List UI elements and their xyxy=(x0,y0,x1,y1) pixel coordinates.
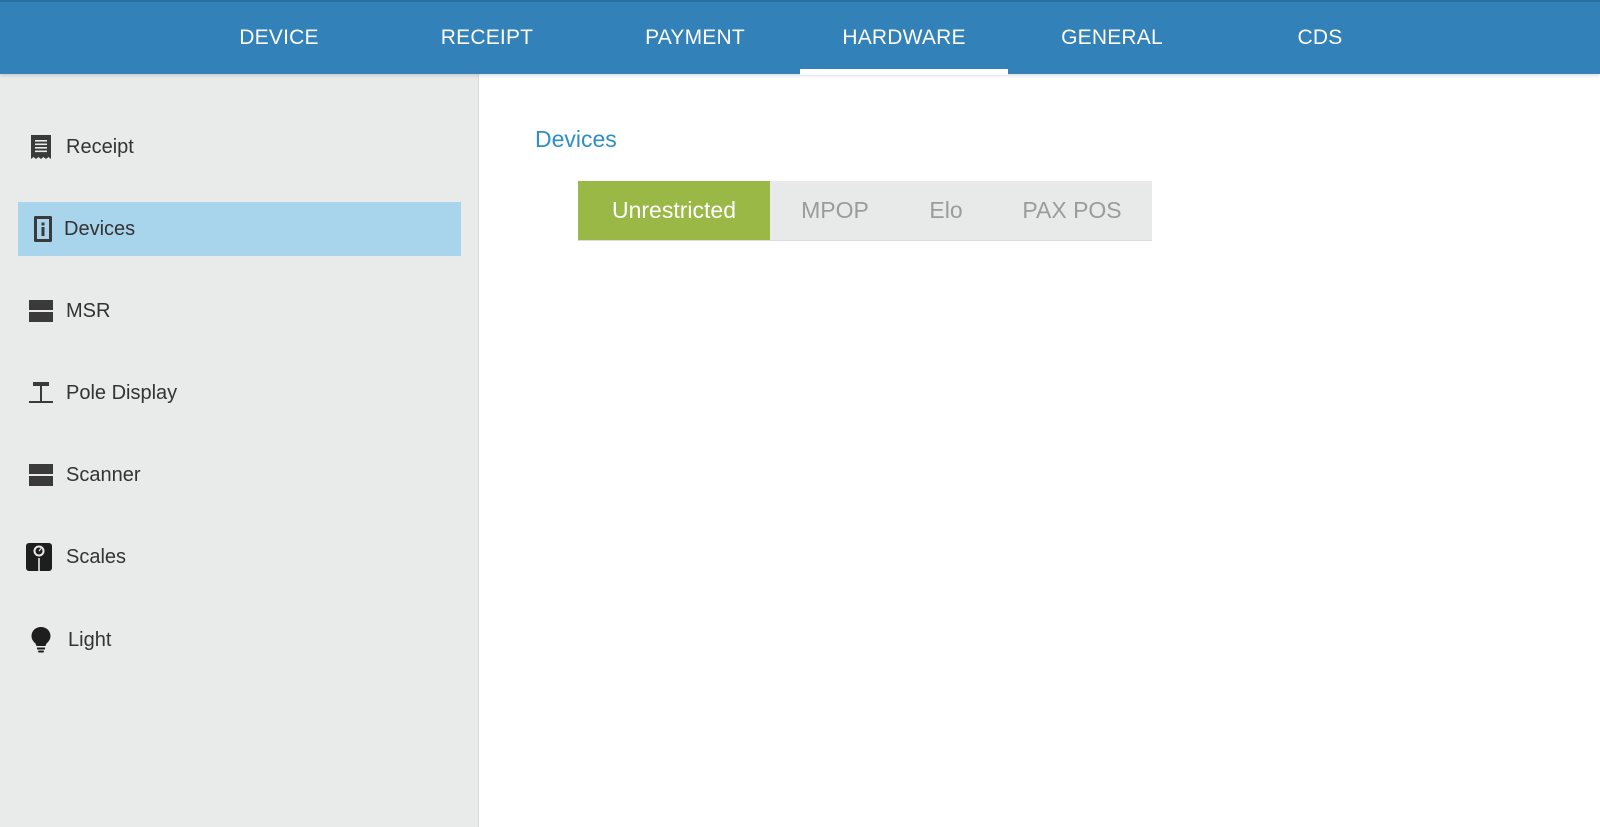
segment-unrestricted[interactable]: Unrestricted xyxy=(578,181,770,240)
section-title: Devices xyxy=(535,126,617,152)
sidebar-item-label: Devices xyxy=(64,217,136,240)
segment-mpop[interactable]: MPOP xyxy=(770,181,900,240)
tab-payment[interactable]: PAYMENT xyxy=(591,2,799,74)
sidebar-item-label: MSR xyxy=(66,299,111,322)
segment-label: Unrestricted xyxy=(612,197,736,223)
scale-icon xyxy=(26,543,52,571)
sidebar-item-light[interactable]: Light xyxy=(18,613,461,667)
device-type-segmented-control: Unrestricted MPOP Elo PAX POS xyxy=(578,181,1152,241)
tab-label: PAYMENT xyxy=(645,26,745,49)
tab-label: CDS xyxy=(1297,26,1343,49)
sidebar-item-msr[interactable]: MSR xyxy=(18,284,461,338)
sidebar-item-receipt[interactable]: Receipt xyxy=(18,120,461,174)
receipt-icon xyxy=(28,134,54,160)
tab-label: GENERAL xyxy=(1061,26,1163,49)
sidebar-item-scanner[interactable]: Scanner xyxy=(18,448,461,502)
sidebar: Receipt Devices MSR Pole Display Scanner… xyxy=(0,74,479,827)
sidebar-item-label: Receipt xyxy=(66,135,134,158)
tab-general[interactable]: GENERAL xyxy=(1008,2,1216,74)
segment-label: MPOP xyxy=(801,197,869,223)
sidebar-item-devices[interactable]: Devices xyxy=(18,202,461,256)
tab-label: DEVICE xyxy=(239,26,319,49)
tab-label: RECEIPT xyxy=(440,26,534,49)
tab-label: HARDWARE xyxy=(842,26,966,49)
sidebar-item-pole-display[interactable]: Pole Display xyxy=(18,366,461,420)
card-reader-icon xyxy=(28,298,54,324)
scanner-icon xyxy=(28,462,54,488)
info-device-icon xyxy=(30,216,56,242)
sidebar-item-scales[interactable]: Scales xyxy=(18,530,461,584)
segment-label: PAX POS xyxy=(1022,197,1122,223)
sidebar-item-label: Scanner xyxy=(66,463,141,486)
segment-label: Elo xyxy=(929,197,963,223)
segment-pax-pos[interactable]: PAX POS xyxy=(992,181,1152,240)
light-bulb-icon xyxy=(28,627,54,653)
main-content: Devices Unrestricted MPOP Elo PAX POS xyxy=(480,74,1600,827)
sidebar-item-label: Light xyxy=(68,628,112,651)
sidebar-item-label: Pole Display xyxy=(66,381,178,404)
sidebar-item-label: Scales xyxy=(66,545,127,568)
tab-cds[interactable]: CDS xyxy=(1216,2,1424,74)
pole-display-icon xyxy=(28,380,54,406)
tab-hardware[interactable]: HARDWARE xyxy=(800,2,1008,75)
tab-device[interactable]: DEVICE xyxy=(175,2,383,74)
tab-receipt[interactable]: RECEIPT xyxy=(383,2,591,74)
segment-elo[interactable]: Elo xyxy=(900,181,992,240)
top-navigation-bar: DEVICE RECEIPT PAYMENT HARDWARE GENERAL … xyxy=(0,0,1600,75)
